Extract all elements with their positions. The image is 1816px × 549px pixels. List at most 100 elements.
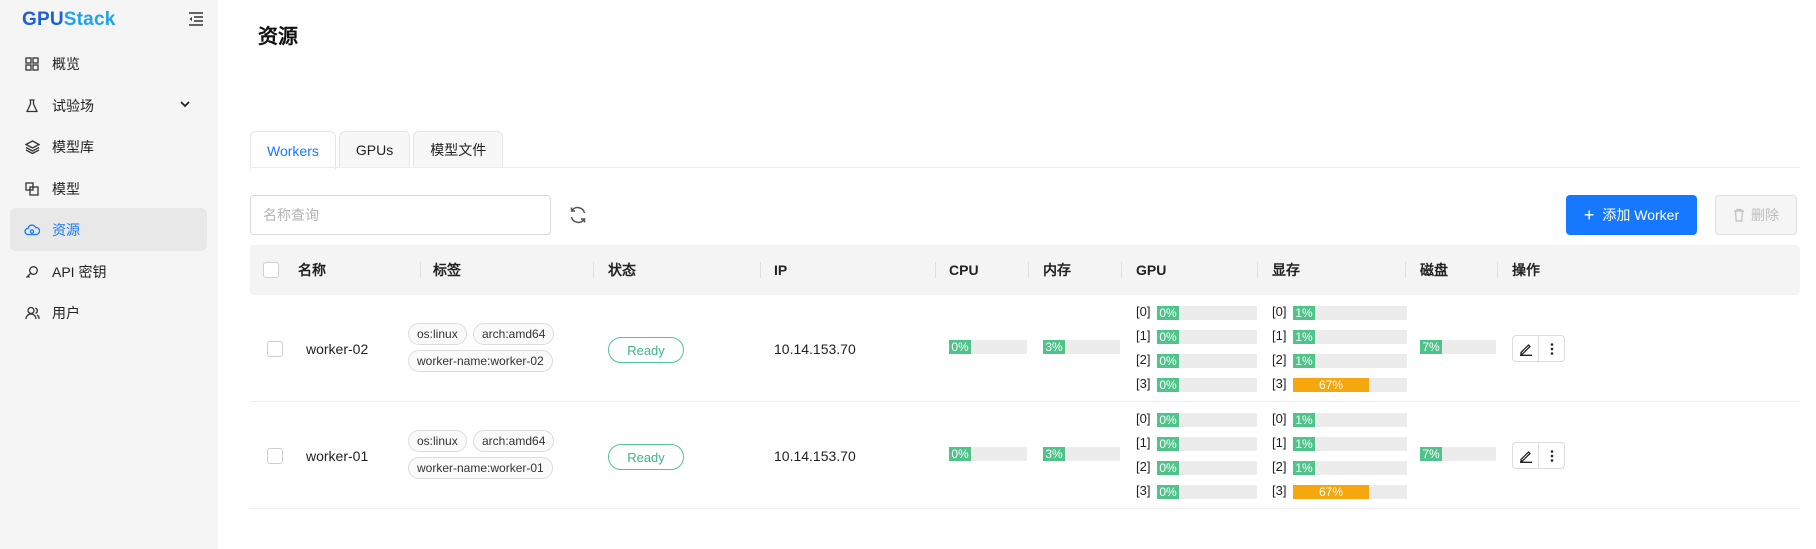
search-input[interactable] <box>250 195 551 235</box>
usage-fill: 0% <box>949 340 971 354</box>
more-actions-button[interactable] <box>1538 335 1565 362</box>
gpu-index: [0] <box>1136 304 1151 319</box>
column-header-cpu[interactable]: CPU <box>949 245 979 295</box>
usage-fill: 67% <box>1293 485 1369 499</box>
label-tag: arch:amd64 <box>473 323 555 345</box>
usage-fill: 1% <box>1293 413 1315 427</box>
gpu-usage-bar: 0% <box>1157 378 1257 392</box>
sidebar-item-label: 用户 <box>52 304 80 321</box>
usage-fill: 1% <box>1293 354 1315 368</box>
memory-usage-bar: 3% <box>1043 340 1120 354</box>
tab-model-files[interactable]: 模型文件 <box>413 131 504 168</box>
tab-bar: Workers GPUs 模型文件 <box>250 131 506 169</box>
row-checkbox[interactable] <box>267 341 283 357</box>
column-divider <box>593 262 594 278</box>
row-checkbox[interactable] <box>267 448 283 464</box>
tab-workers[interactable]: Workers <box>250 131 336 169</box>
app-root: GPUStack 概览 试验场 模型库 模型 资源 API 密钥 用户 资源 W… <box>0 0 1816 549</box>
label-tag: os:linux <box>408 323 467 345</box>
usage-fill: 0% <box>1157 330 1179 344</box>
usage-fill: 1% <box>1293 306 1315 320</box>
edit-button[interactable] <box>1512 442 1539 469</box>
column-header-status: 状态 <box>608 262 636 278</box>
status-badge: Ready <box>608 337 684 363</box>
cloud-resources-icon <box>24 222 40 238</box>
memory-usage-bar: 3% <box>1043 447 1120 461</box>
add-worker-button[interactable]: + 添加 Worker <box>1566 195 1697 235</box>
sidebar-item-api-keys[interactable]: API 密钥 <box>10 250 207 293</box>
sidebar-item-catalog[interactable]: 模型库 <box>10 125 207 168</box>
column-header-disk[interactable]: 磁盘 <box>1420 245 1448 295</box>
column-header-actions: 操作 <box>1512 262 1540 278</box>
vram-usage-bar: 1% <box>1293 461 1407 475</box>
column-divider <box>1121 262 1122 278</box>
gpu-usage-bar: 0% <box>1157 354 1257 368</box>
status-badge: Ready <box>608 444 684 470</box>
sidebar-item-users[interactable]: 用户 <box>10 291 207 334</box>
label-tag: worker-name:worker-02 <box>408 350 553 372</box>
label-tag: arch:amd64 <box>473 430 555 452</box>
table-header: 名称 标签 状态 IP CPU 内存 GPU 显存 磁盘 操作 <box>250 245 1800 295</box>
disk-usage-bar: 7% <box>1420 447 1496 461</box>
vram-index: [2] <box>1272 459 1287 474</box>
collapse-sidebar-icon[interactable] <box>188 12 204 26</box>
models-icon <box>24 181 40 197</box>
usage-fill: 1% <box>1293 461 1315 475</box>
sidebar-item-label: API 密钥 <box>52 263 107 280</box>
sidebar-item-playground[interactable]: 试验场 <box>10 84 207 127</box>
sidebar-item-label: 资源 <box>52 221 80 238</box>
usage-fill: 67% <box>1293 378 1369 392</box>
column-header-memory[interactable]: 内存 <box>1043 245 1071 295</box>
app-logo[interactable]: GPUStack <box>22 9 115 31</box>
add-worker-label: 添加 Worker <box>1602 207 1680 223</box>
usage-fill: 3% <box>1043 447 1065 461</box>
vram-index: [0] <box>1272 304 1287 319</box>
usage-fill: 0% <box>1157 306 1179 320</box>
refresh-icon[interactable] <box>568 205 588 225</box>
usage-fill: 0% <box>1157 378 1179 392</box>
worker-name: worker-02 <box>306 341 369 357</box>
sidebar-item-overview[interactable]: 概览 <box>10 42 207 85</box>
gpu-index: [1] <box>1136 328 1151 343</box>
sidebar: GPUStack 概览 试验场 模型库 模型 资源 API 密钥 用户 <box>0 0 218 549</box>
edit-button[interactable] <box>1512 335 1539 362</box>
gpu-usage-bar: 0% <box>1157 485 1257 499</box>
more-actions-button[interactable] <box>1538 442 1565 469</box>
worker-name: worker-01 <box>306 448 369 464</box>
column-divider <box>1257 262 1258 278</box>
column-divider <box>1497 262 1498 278</box>
gpu-usage-bar: 0% <box>1157 461 1257 475</box>
vram-index: [0] <box>1272 411 1287 426</box>
column-header-ip: IP <box>774 262 788 278</box>
column-header-name[interactable]: 名称 <box>298 245 326 295</box>
vram-usage-bar: 67% <box>1293 378 1407 392</box>
gpu-usage-bar: 0% <box>1157 413 1257 427</box>
usage-fill: 7% <box>1420 447 1442 461</box>
page-title: 资源 <box>258 26 298 48</box>
gpu-index: [2] <box>1136 459 1151 474</box>
cpu-usage-bar: 0% <box>949 340 1027 354</box>
disk-usage-bar: 7% <box>1420 340 1496 354</box>
sidebar-item-models[interactable]: 模型 <box>10 167 207 210</box>
usage-fill: 3% <box>1043 340 1065 354</box>
delete-button[interactable]: 删除 <box>1715 195 1797 235</box>
usage-fill: 0% <box>1157 354 1179 368</box>
gpu-index: [1] <box>1136 435 1151 450</box>
gpu-index: [2] <box>1136 352 1151 367</box>
plus-icon: + <box>1583 205 1595 225</box>
select-all-checkbox[interactable] <box>263 262 279 278</box>
chevron-down-icon[interactable] <box>179 98 191 110</box>
vram-index: [2] <box>1272 352 1287 367</box>
column-header-vram: 显存 <box>1272 262 1300 278</box>
vram-index: [1] <box>1272 328 1287 343</box>
tab-gpus[interactable]: GPUs <box>338 131 411 168</box>
column-divider <box>935 262 936 278</box>
column-divider <box>420 262 421 278</box>
cpu-usage-bar: 0% <box>949 447 1027 461</box>
edit-icon <box>1519 450 1532 463</box>
sidebar-item-resources[interactable]: 资源 <box>10 208 207 251</box>
dashboard-grid-icon <box>24 56 40 72</box>
ip-address: 10.14.153.70 <box>774 448 856 464</box>
column-header-gpu: GPU <box>1136 262 1167 278</box>
delete-label: 删除 <box>1751 207 1779 223</box>
